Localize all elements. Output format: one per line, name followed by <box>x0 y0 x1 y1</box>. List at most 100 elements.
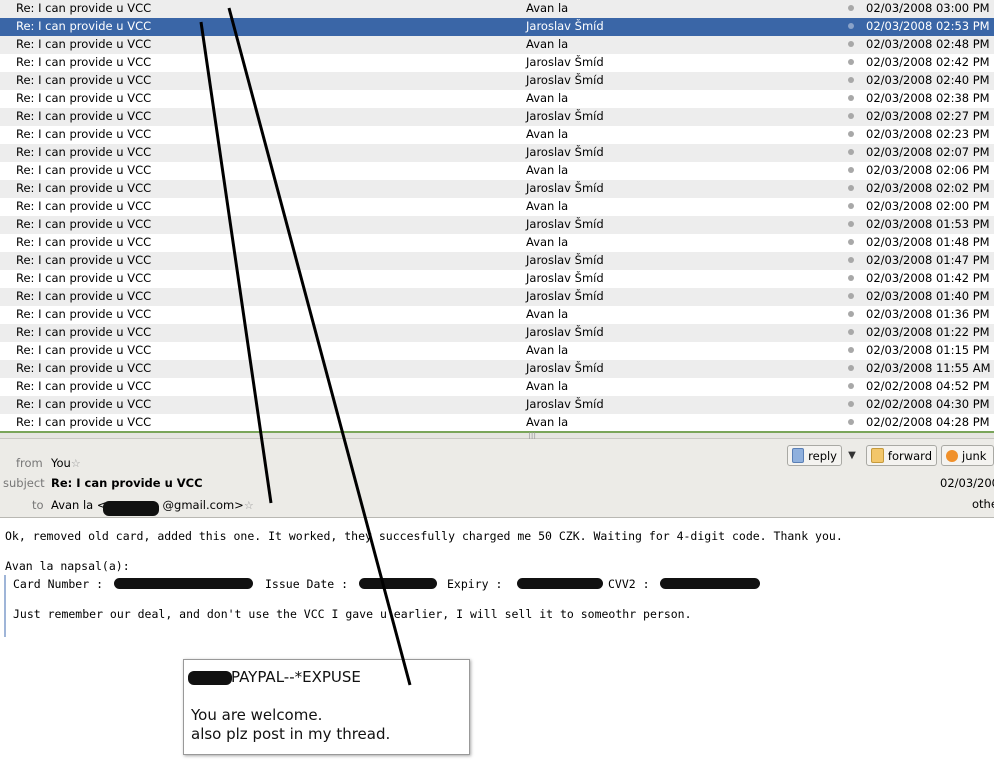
message-date: 02/03/2008 01:15 PM <box>866 343 990 357</box>
status-dot-icon[interactable] <box>848 293 854 299</box>
status-dot-icon[interactable] <box>848 185 854 191</box>
message-sender: Jaroslav Šmíd <box>526 109 604 123</box>
status-dot-icon[interactable] <box>848 383 854 389</box>
message-sender: Jaroslav Šmíd <box>526 55 604 69</box>
message-row[interactable]: Re: I can provide u VCC Jaroslav Šmíd 02/0… <box>0 324 994 342</box>
status-dot-icon[interactable] <box>848 59 854 65</box>
message-subject: Re: I can provide u VCC <box>16 1 152 15</box>
message-date: 02/03/2008 03:00 PM <box>866 1 990 15</box>
message-row[interactable]: Re: I can provide u VCC Avan la 02/03/2008… <box>0 306 994 324</box>
message-row[interactable]: Re: I can provide u VCC Jaroslav Šmíd 02/0… <box>0 216 994 234</box>
status-dot-icon[interactable] <box>848 77 854 83</box>
star-icon[interactable]: ☆ <box>71 457 81 470</box>
status-dot-icon[interactable] <box>848 149 854 155</box>
message-date: 02/03/2008 01:42 PM <box>866 271 990 285</box>
message-row[interactable]: Re: I can provide u VCC Avan la 02/02/2008… <box>0 414 994 432</box>
message-date: 02/03/2008 02:23 PM <box>866 127 990 141</box>
reply-button[interactable]: reply <box>787 445 842 466</box>
redaction-mark <box>114 578 253 589</box>
quote-line: Just remember our deal, and don't use th… <box>13 607 692 621</box>
status-dot-icon[interactable] <box>848 113 854 119</box>
status-dot-icon[interactable] <box>848 5 854 11</box>
star-icon[interactable]: ☆ <box>244 499 254 512</box>
status-dot-icon[interactable] <box>848 95 854 101</box>
message-row[interactable]: Re: I can provide u VCC Avan la 02/03/2008… <box>0 234 994 252</box>
message-row[interactable]: Re: I can provide u VCC Avan la 02/03/2008… <box>0 198 994 216</box>
message-subject: Re: I can provide u VCC <box>16 55 152 69</box>
message-subject: Re: I can provide u VCC <box>16 253 152 267</box>
status-dot-icon[interactable] <box>848 365 854 371</box>
other-actions[interactable]: othe <box>972 497 994 511</box>
status-dot-icon[interactable] <box>848 239 854 245</box>
splitter-grip-icon[interactable]: ||| <box>528 432 536 440</box>
status-dot-icon[interactable] <box>848 131 854 137</box>
message-subject: Re: I can provide u VCC <box>16 415 152 429</box>
status-dot-icon[interactable] <box>848 221 854 227</box>
message-date: 02/03/2008 01:40 PM <box>866 289 990 303</box>
subject-label: subject <box>3 476 45 490</box>
message-row[interactable]: Re: I can provide u VCC Avan la 02/03/2008… <box>0 0 994 18</box>
message-sender: Avan la <box>526 91 569 105</box>
status-dot-icon[interactable] <box>848 347 854 353</box>
comment-box: PAYPAL--*EXPUSE You are welcome. also pl… <box>183 659 470 755</box>
message-subject: Re: I can provide u VCC <box>16 37 152 51</box>
message-subject: Re: I can provide u VCC <box>16 73 152 87</box>
message-subject: Re: I can provide u VCC <box>16 199 152 213</box>
message-sender: Avan la <box>526 199 569 213</box>
message-sender: Jaroslav Šmíd <box>526 73 604 87</box>
message-row[interactable]: Re: I can provide u VCC Avan la 02/03/2008… <box>0 90 994 108</box>
status-dot-icon[interactable] <box>848 311 854 317</box>
status-dot-icon[interactable] <box>848 257 854 263</box>
status-dot-icon[interactable] <box>848 167 854 173</box>
message-row[interactable]: Re: I can provide u VCC Jaroslav Šmíd 02/0… <box>0 252 994 270</box>
redaction-mark <box>188 671 232 685</box>
message-row[interactable]: Re: I can provide u VCC Jaroslav Šmíd 02/0… <box>0 288 994 306</box>
message-sender: Jaroslav Šmíd <box>526 19 604 33</box>
message-date: 02/03/2008 01:36 PM <box>866 307 990 321</box>
message-sender: Avan la <box>526 343 569 357</box>
message-row[interactable]: Re: I can provide u VCC Jaroslav Šmíd 02/0… <box>0 360 994 378</box>
comment-line: also plz post in my thread. <box>191 725 391 743</box>
message-date: 02/02/2008 04:30 PM <box>866 397 990 411</box>
reply-dropdown-button[interactable]: ▼ <box>842 445 862 466</box>
status-dot-icon[interactable] <box>848 401 854 407</box>
message-sender: Avan la <box>526 163 569 177</box>
reply-icon <box>792 448 805 463</box>
message-row[interactable]: Re: I can provide u VCC Jaroslav Šmíd 02/0… <box>0 18 994 36</box>
message-row[interactable]: Re: I can provide u VCC Jaroslav Šmíd 02/0… <box>0 108 994 126</box>
message-row[interactable]: Re: I can provide u VCC Avan la 02/02/2008… <box>0 378 994 396</box>
status-dot-icon[interactable] <box>848 275 854 281</box>
message-subject: Re: I can provide u VCC <box>16 379 152 393</box>
message-date: 02/03/2008 01:22 PM <box>866 325 990 339</box>
message-row[interactable]: Re: I can provide u VCC Jaroslav Šmíd 02/0… <box>0 180 994 198</box>
forward-button[interactable]: forward <box>866 445 937 466</box>
message-date: 02/02/2008 04:52 PM <box>866 379 990 393</box>
from-value[interactable]: You☆ <box>51 456 81 470</box>
message-row[interactable]: Re: I can provide u VCC Jaroslav Šmíd 02/0… <box>0 144 994 162</box>
message-row[interactable]: Re: I can provide u VCC Jaroslav Šmíd 02/0… <box>0 270 994 288</box>
message-subject: Re: I can provide u VCC <box>16 109 152 123</box>
message-row[interactable]: Re: I can provide u VCC Avan la 02/03/2008… <box>0 126 994 144</box>
message-row[interactable]: Re: I can provide u VCC Avan la 02/03/2008… <box>0 162 994 180</box>
message-row[interactable]: Re: I can provide u VCC Avan la 02/03/2008… <box>0 36 994 54</box>
message-row[interactable]: Re: I can provide u VCC Jaroslav Šmíd 02/0… <box>0 72 994 90</box>
status-dot-icon[interactable] <box>848 23 854 29</box>
junk-button[interactable]: junk <box>941 445 994 466</box>
forward-icon <box>871 448 884 463</box>
message-subject: Re: I can provide u VCC <box>16 91 152 105</box>
message-row[interactable]: Re: I can provide u VCC Jaroslav Šmíd 02/0… <box>0 396 994 414</box>
issue-date-label: Issue Date : <box>265 577 349 591</box>
status-dot-icon[interactable] <box>848 203 854 209</box>
message-row[interactable]: Re: I can provide u VCC Jaroslav Šmíd 02/0… <box>0 54 994 72</box>
message-sender: Avan la <box>526 307 569 321</box>
message-sender: Avan la <box>526 379 569 393</box>
status-dot-icon[interactable] <box>848 329 854 335</box>
message-date: 02/03/2008 02:02 PM <box>866 181 990 195</box>
message-list[interactable]: Re: I can provide u VCC Avan la 02/03/2008… <box>0 0 994 432</box>
status-dot-icon[interactable] <box>848 419 854 425</box>
message-date: 02/03/2008 02:38 PM <box>866 91 990 105</box>
status-dot-icon[interactable] <box>848 41 854 47</box>
message-date: 02/03/2008 02:40 PM <box>866 73 990 87</box>
message-sender: Jaroslav Šmíd <box>526 181 604 195</box>
message-row[interactable]: Re: I can provide u VCC Avan la 02/03/2008… <box>0 342 994 360</box>
